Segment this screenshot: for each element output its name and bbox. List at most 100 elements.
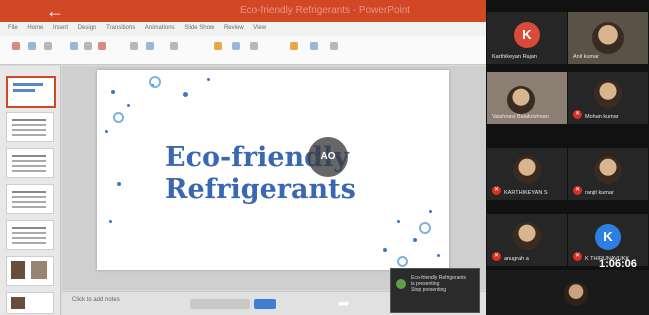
participant-tile[interactable]: ✕ KARTHIKEYAN S bbox=[487, 148, 567, 200]
meet-icon bbox=[396, 279, 406, 289]
decor-dot bbox=[109, 220, 112, 223]
decor-dot bbox=[413, 238, 417, 242]
thumbnail-image bbox=[11, 297, 25, 309]
decor-dot bbox=[117, 182, 121, 186]
decor-ring bbox=[149, 76, 161, 88]
presenter-cursor-overlay: AO bbox=[308, 137, 348, 177]
align-icon[interactable] bbox=[130, 42, 138, 50]
slide-title-line: Refrigerants bbox=[165, 174, 356, 205]
tab-transitions[interactable]: Transitions bbox=[106, 25, 135, 31]
participant-name: Anil kumar bbox=[573, 54, 599, 60]
thumbnail-title-bar bbox=[13, 83, 43, 86]
stop-presenting-link[interactable]: Stop presenting bbox=[411, 287, 475, 293]
participant-name: Mohan kumar bbox=[585, 114, 619, 120]
mic-off-icon: ✕ bbox=[573, 186, 582, 195]
decor-dot bbox=[397, 220, 400, 223]
tab-slide-show[interactable]: Slide Show bbox=[184, 25, 214, 31]
thumbnail-text-lines bbox=[12, 227, 46, 229]
avatar-photo bbox=[594, 156, 622, 184]
avatar-photo bbox=[513, 156, 541, 184]
decor-dot bbox=[183, 92, 188, 97]
ribbon-toolbar bbox=[0, 36, 486, 65]
notes-label[interactable]: Click to add notes bbox=[72, 297, 120, 303]
participant-name: KARTHIKEYAN S bbox=[504, 190, 548, 196]
italic-icon[interactable] bbox=[84, 42, 92, 50]
arrange-icon[interactable] bbox=[232, 42, 240, 50]
participant-tile[interactable]: Vaishnavi Balakrishnan bbox=[487, 72, 567, 124]
paste-icon[interactable] bbox=[12, 42, 20, 50]
arrow-left-icon[interactable]: ← bbox=[46, 1, 64, 21]
thumbnail-5[interactable] bbox=[6, 220, 54, 250]
decor-dot bbox=[207, 78, 210, 81]
decor-ring bbox=[397, 256, 408, 267]
window-title: Eco-friendly Refrigerants - PowerPoint bbox=[240, 5, 411, 16]
thumbnail-7[interactable] bbox=[6, 292, 54, 314]
text-direction-icon[interactable] bbox=[170, 42, 178, 50]
avatar-photo bbox=[513, 222, 541, 250]
slide-title: Eco-friendly Refrigerants bbox=[165, 142, 425, 206]
bold-icon[interactable] bbox=[70, 42, 78, 50]
decor-dot bbox=[429, 210, 432, 213]
decor-dot bbox=[111, 90, 115, 94]
tab-home[interactable]: Home bbox=[27, 25, 43, 31]
participant-tile[interactable]: ✕ Mohan kumar bbox=[568, 72, 648, 124]
thumbnail-6[interactable] bbox=[6, 256, 54, 286]
participant-name: ranjit kumar bbox=[585, 190, 614, 196]
mic-off-icon: ✕ bbox=[492, 186, 501, 195]
participant-video bbox=[592, 22, 624, 54]
layout-icon[interactable] bbox=[44, 42, 52, 50]
mic-off-icon: ✕ bbox=[573, 110, 582, 119]
avatar: K bbox=[514, 22, 540, 48]
thumbnail-text-lines bbox=[12, 119, 46, 121]
avatar-photo bbox=[564, 282, 588, 306]
thumbnail-4[interactable] bbox=[6, 184, 54, 214]
mic-off-icon: ✕ bbox=[573, 252, 582, 261]
decor-dot bbox=[437, 254, 440, 257]
slide-thumbnails bbox=[0, 66, 61, 315]
shape-fill-icon[interactable] bbox=[290, 42, 298, 50]
thumbnail-3[interactable] bbox=[6, 148, 54, 178]
participant-name: Vaishnavi Balakrishnan bbox=[492, 114, 549, 120]
zoom-button[interactable] bbox=[254, 299, 276, 309]
tab-animations[interactable]: Animations bbox=[145, 25, 175, 31]
avatar: K bbox=[595, 224, 621, 250]
notification-text: Eco-friendly Refrigerants is presenting … bbox=[411, 275, 475, 293]
tab-review[interactable]: Review bbox=[224, 25, 244, 31]
thumbnail-2[interactable] bbox=[6, 112, 54, 142]
participant-name: Karthikeyan Rajan bbox=[492, 54, 537, 60]
participant-tile[interactable]: ✕ anugrah a bbox=[487, 214, 567, 266]
decor-dot bbox=[105, 130, 108, 133]
participant-video bbox=[507, 86, 535, 114]
shared-screen: ← Eco-friendly Refrigerants - PowerPoint… bbox=[0, 0, 486, 315]
decor-dot bbox=[383, 248, 387, 252]
ribbon-tabs: File Home Insert Design Transitions Anim… bbox=[0, 22, 486, 37]
tab-design[interactable]: Design bbox=[78, 25, 97, 31]
participant-tile[interactable]: ✕ ranjit kumar bbox=[568, 148, 648, 200]
tab-view[interactable]: View bbox=[253, 25, 266, 31]
meet-screen: ← Eco-friendly Refrigerants - PowerPoint… bbox=[0, 0, 649, 315]
share-icon[interactable]: ➦ bbox=[338, 295, 350, 312]
thumbnail-title-bar bbox=[13, 89, 35, 92]
participant-name: anugrah a bbox=[504, 256, 529, 262]
replace-icon[interactable] bbox=[330, 42, 338, 50]
presenting-notification[interactable]: Eco-friendly Refrigerants is presenting … bbox=[390, 268, 480, 313]
current-slide[interactable]: Eco-friendly Refrigerants bbox=[97, 70, 449, 270]
participant-tile[interactable] bbox=[486, 270, 649, 315]
bullets-icon[interactable] bbox=[146, 42, 154, 50]
mic-off-icon: ✕ bbox=[492, 252, 501, 261]
font-color-icon[interactable] bbox=[98, 42, 106, 50]
thumbnail-image bbox=[11, 261, 25, 279]
tab-insert[interactable]: Insert bbox=[53, 25, 68, 31]
thumbnail-1[interactable] bbox=[6, 76, 56, 108]
view-switcher[interactable] bbox=[190, 299, 250, 309]
shapes-icon[interactable] bbox=[214, 42, 222, 50]
quick-styles-icon[interactable] bbox=[250, 42, 258, 50]
thumbnail-text-lines bbox=[12, 191, 46, 193]
avatar-photo bbox=[594, 80, 622, 108]
tab-file[interactable]: File bbox=[8, 25, 18, 31]
find-icon[interactable] bbox=[310, 42, 318, 50]
participant-tile[interactable]: Anil kumar bbox=[568, 12, 648, 64]
new-slide-icon[interactable] bbox=[28, 42, 36, 50]
thumbnail-image bbox=[31, 261, 47, 279]
participant-tile[interactable]: K Karthikeyan Rajan bbox=[487, 12, 567, 64]
